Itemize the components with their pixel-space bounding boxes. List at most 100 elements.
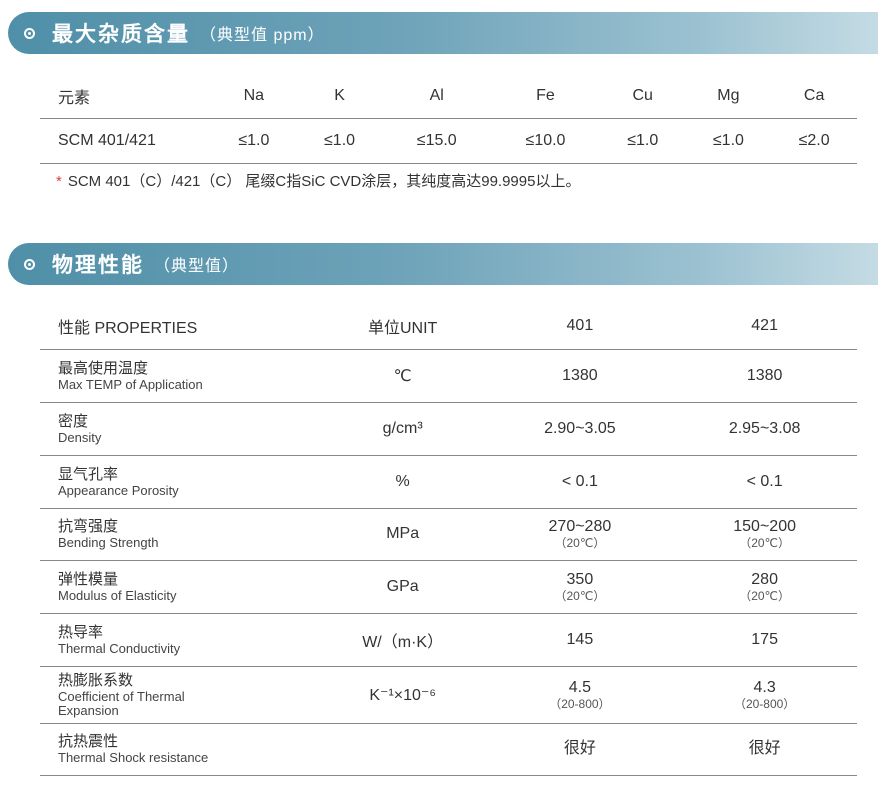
unit-cell xyxy=(317,723,488,776)
property-name-zh: 弹性模量 xyxy=(58,570,119,588)
property-name-zh: 抗弯强度 xyxy=(58,518,119,535)
value-401-cell: 2.90~3.05 xyxy=(487,402,673,456)
value-421-cell: 很好 xyxy=(672,723,857,776)
section-subtitle: （典型值） xyxy=(154,258,240,275)
property-name-zh: 显气孔率 xyxy=(58,465,119,483)
table-row: 显气孔率 Appearance Porosity % < 0.1 < 0.1 xyxy=(40,455,857,509)
property-name-en: Appearance Porosity xyxy=(58,482,179,498)
unit-cell: ℃ xyxy=(317,349,488,403)
header-cell: K xyxy=(296,74,383,119)
property-name-zh: 抗热震性 xyxy=(58,733,119,750)
property-name-en: Thermal Conductivity xyxy=(58,640,181,656)
value-401-cell: 145 xyxy=(487,613,673,667)
test-condition: （20℃） xyxy=(739,536,791,550)
header-cell: Mg xyxy=(685,74,772,119)
table-header-row: 元素 Na K Al Fe Cu Mg Ca xyxy=(40,74,857,119)
property-cell: 抗热震性 Thermal Shock resistance xyxy=(40,723,318,776)
table-cell: ≤10.0 xyxy=(491,118,600,164)
value-421: 175 xyxy=(751,630,778,648)
value-421-cell: 175 xyxy=(672,613,857,667)
header-cell: Fe xyxy=(491,74,600,119)
value-421: 2.95~3.08 xyxy=(728,419,801,437)
property-cell: 热膨胀系数 Coefficient of Thermal Expansion xyxy=(40,666,318,724)
header-cell: 单位UNIT xyxy=(317,303,488,350)
header-cell: 421 xyxy=(672,303,857,350)
table-row: 热导率 Thermal Conductivity W/（m·K） 145 175 xyxy=(40,613,857,667)
footnote-text: SCM 401（C）/421（C） 尾缀C指SiC CVD涂层，其纯度高达99.… xyxy=(67,173,581,190)
value-401: 145 xyxy=(566,630,594,648)
table-cell: ≤15.0 xyxy=(382,118,492,164)
section-title: 物理性能 xyxy=(52,254,144,277)
property-name-zh: 密度 xyxy=(58,412,89,430)
table-row: 热膨胀系数 Coefficient of Thermal Expansion K⁻… xyxy=(40,666,857,724)
value-401-cell: 4.5 （20-800） xyxy=(487,666,673,724)
property-cell: 抗弯强度 Bending Strength xyxy=(40,508,318,561)
value-421: 280 xyxy=(751,570,778,588)
table-row: 弹性模量 Modulus of Elasticity GPa 350 （20℃） 2… xyxy=(40,560,857,614)
value-421-cell: 1380 xyxy=(672,349,857,403)
property-name-en: Density xyxy=(58,429,102,445)
value-421-cell: 150~200 （20℃） xyxy=(672,508,857,561)
value-401: < 0.1 xyxy=(561,472,598,490)
table-cell: SCM 401/421 xyxy=(40,118,211,164)
unit-cell: % xyxy=(317,455,488,509)
value-421-cell: 280 （20℃） xyxy=(672,560,857,614)
header-cell: 元素 xyxy=(40,74,211,119)
unit-cell: MPa xyxy=(317,508,488,561)
table-row: 抗热震性 Thermal Shock resistance 很好 很好 xyxy=(40,723,857,776)
properties-table: 性能 PROPERTIES 单位UNIT 401 421 最高使用温度 Max T… xyxy=(40,303,857,776)
test-condition: （20℃） xyxy=(554,588,606,603)
table-cell: ≤1.0 xyxy=(685,118,772,164)
test-condition: （20℃） xyxy=(554,536,606,550)
property-name-en: Coefficient of Thermal Expansion xyxy=(58,688,185,718)
property-name-en: Bending Strength xyxy=(58,535,159,550)
property-cell: 热导率 Thermal Conductivity xyxy=(40,613,318,667)
table-cell: ≤1.0 xyxy=(599,118,686,164)
property-cell: 弹性模量 Modulus of Elasticity xyxy=(40,560,318,614)
bullet-icon xyxy=(24,27,35,39)
property-cell: 最高使用温度 Max TEMP of Application xyxy=(40,349,318,403)
value-401-cell: 很好 xyxy=(487,723,673,776)
property-cell: 显气孔率 Appearance Porosity xyxy=(40,455,318,509)
value-421-cell: 2.95~3.08 xyxy=(672,402,857,456)
value-401: 很好 xyxy=(563,740,596,757)
unit-cell: K⁻¹×10⁻⁶ xyxy=(317,666,488,724)
header-cell: Ca xyxy=(771,74,857,119)
value-401-cell: 1380 xyxy=(487,349,673,403)
test-condition: （20-800） xyxy=(733,696,796,711)
value-401: 1380 xyxy=(562,366,598,384)
value-421: 很好 xyxy=(748,740,781,757)
header-cell: 性能 PROPERTIES xyxy=(40,303,318,350)
property-name-zh: 最高使用温度 xyxy=(58,359,149,377)
property-name-zh: 热膨胀系数 xyxy=(58,671,134,689)
value-421: 150~200 xyxy=(733,518,796,535)
property-cell: 密度 Density xyxy=(40,402,318,456)
property-name-en: Modulus of Elasticity xyxy=(58,587,177,603)
value-401-cell: 270~280 （20℃） xyxy=(487,508,673,561)
value-401-cell: 350 （20℃） xyxy=(487,560,673,614)
value-401: 2.90~3.05 xyxy=(544,419,616,437)
unit-cell: W/（m·K） xyxy=(317,613,488,667)
value-401: 270~280 xyxy=(548,518,612,535)
value-401: 350 xyxy=(566,570,594,588)
unit-cell: GPa xyxy=(317,560,488,614)
header-cell: Cu xyxy=(599,74,686,119)
table-cell: ≤1.0 xyxy=(211,118,297,164)
header-cell: Al xyxy=(382,74,492,119)
section-subtitle: （典型值 ppm） xyxy=(200,27,325,44)
value-401-cell: < 0.1 xyxy=(487,455,673,509)
section-banner-impurity: 最大杂质含量 （典型值 ppm） xyxy=(8,12,878,54)
property-name-zh: 热导率 xyxy=(58,623,104,641)
table-cell: ≤1.0 xyxy=(296,118,383,164)
asterisk-icon: * xyxy=(56,173,62,190)
value-401: 4.5 xyxy=(568,678,591,696)
unit-cell: g/cm³ xyxy=(317,402,488,456)
table-header-row: 性能 PROPERTIES 单位UNIT 401 421 xyxy=(40,303,857,350)
table-cell: ≤2.0 xyxy=(771,118,857,164)
property-name-en: Max TEMP of Application xyxy=(58,376,203,392)
property-name-en: Thermal Shock resistance xyxy=(58,750,209,765)
value-421: < 0.1 xyxy=(746,472,783,490)
value-421: 1380 xyxy=(746,366,783,384)
value-421: 4.3 xyxy=(753,678,776,696)
test-condition: （20-800） xyxy=(549,696,611,711)
